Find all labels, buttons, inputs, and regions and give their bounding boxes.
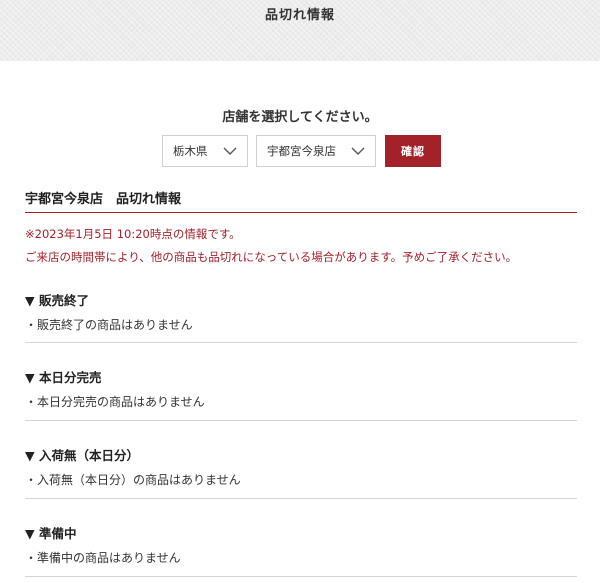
category-message-preparing: ・準備中の商品はありません: [25, 551, 181, 565]
category-heading-sales-ended[interactable]: ▼ 販売終了: [25, 290, 89, 309]
page-title: 品切れ情報: [264, 8, 335, 23]
store-select[interactable]: 宇都宮今泉店: [256, 135, 376, 167]
category-divider: [25, 576, 577, 577]
category-divider: [25, 420, 577, 421]
category-message-sold-out-today: ・本日分完売の商品はありません: [25, 395, 205, 409]
prefecture-select[interactable]: 栃木県: [162, 135, 248, 167]
timestamp-notice: ※2023年1月5日 10:20時点の情報です。: [25, 227, 241, 241]
category-heading-preparing[interactable]: ▼ 準備中: [25, 523, 76, 542]
store-select-value: 宇都宮今泉店: [267, 144, 336, 158]
title-divider: [25, 212, 577, 213]
chevron-down-icon: [351, 147, 365, 155]
category-message-sales-ended: ・販売終了の商品はありません: [25, 318, 193, 332]
warning-notice: ご来店の時間帯により、他の商品も品切れになっている場合があります。予めご了承くだ…: [25, 250, 518, 264]
chevron-down-icon: [223, 147, 237, 155]
prefecture-select-value: 栃木県: [173, 144, 208, 158]
category-heading-sold-out-today[interactable]: ▼ 本日分完売: [25, 367, 101, 386]
category-divider: [25, 498, 577, 499]
store-stock-title: 宇都宮今泉店 品切れ情報: [25, 192, 182, 207]
page-header: 品切れ情報: [0, 0, 600, 61]
category-divider: [25, 342, 577, 343]
store-select-prompt: 店舗を選択してください。: [222, 110, 378, 125]
category-heading-no-arrival[interactable]: ▼ 入荷無（本日分）: [25, 445, 139, 464]
category-message-no-arrival: ・入荷無（本日分）の商品はありません: [25, 473, 241, 487]
confirm-button[interactable]: 確認: [385, 135, 441, 167]
